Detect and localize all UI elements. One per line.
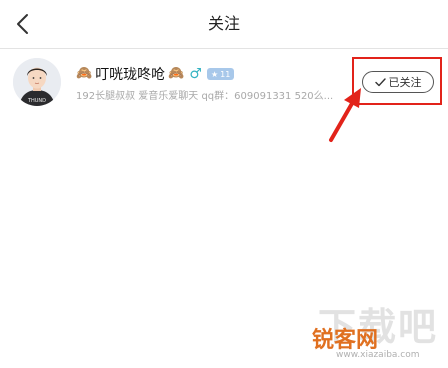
annotation-highlight-box — [352, 57, 442, 105]
user-avatar-image: THUND — [13, 58, 61, 106]
svg-text:THUND: THUND — [27, 98, 46, 104]
level-value: 11 — [220, 69, 231, 79]
level-badge: ★ 11 — [206, 68, 235, 80]
watermark-url: www.xiazaiba.com — [336, 350, 420, 360]
star-icon: ★ — [210, 69, 219, 79]
watermark: 下载吧 锐客网 www.xiazaiba.com — [310, 296, 440, 362]
see-no-evil-monkey-icon: 🙈 — [76, 66, 93, 81]
male-gender-icon: ♂ — [189, 66, 202, 82]
avatar[interactable]: THUND — [13, 58, 61, 106]
user-name: 叮咣珑咚呛 — [95, 67, 166, 83]
page-title: 关注 — [207, 14, 240, 33]
top-bar: 关注 — [0, 0, 448, 49]
user-name-line[interactable]: 🙈 叮咣珑咚呛 🙈 ♂ ★ 11 — [76, 65, 235, 83]
see-no-evil-monkey-icon: 🙈 — [168, 66, 185, 81]
user-description: 192长腿叔叔 爱音乐爱聊天 qq群：609091331 520么... — [76, 91, 334, 102]
